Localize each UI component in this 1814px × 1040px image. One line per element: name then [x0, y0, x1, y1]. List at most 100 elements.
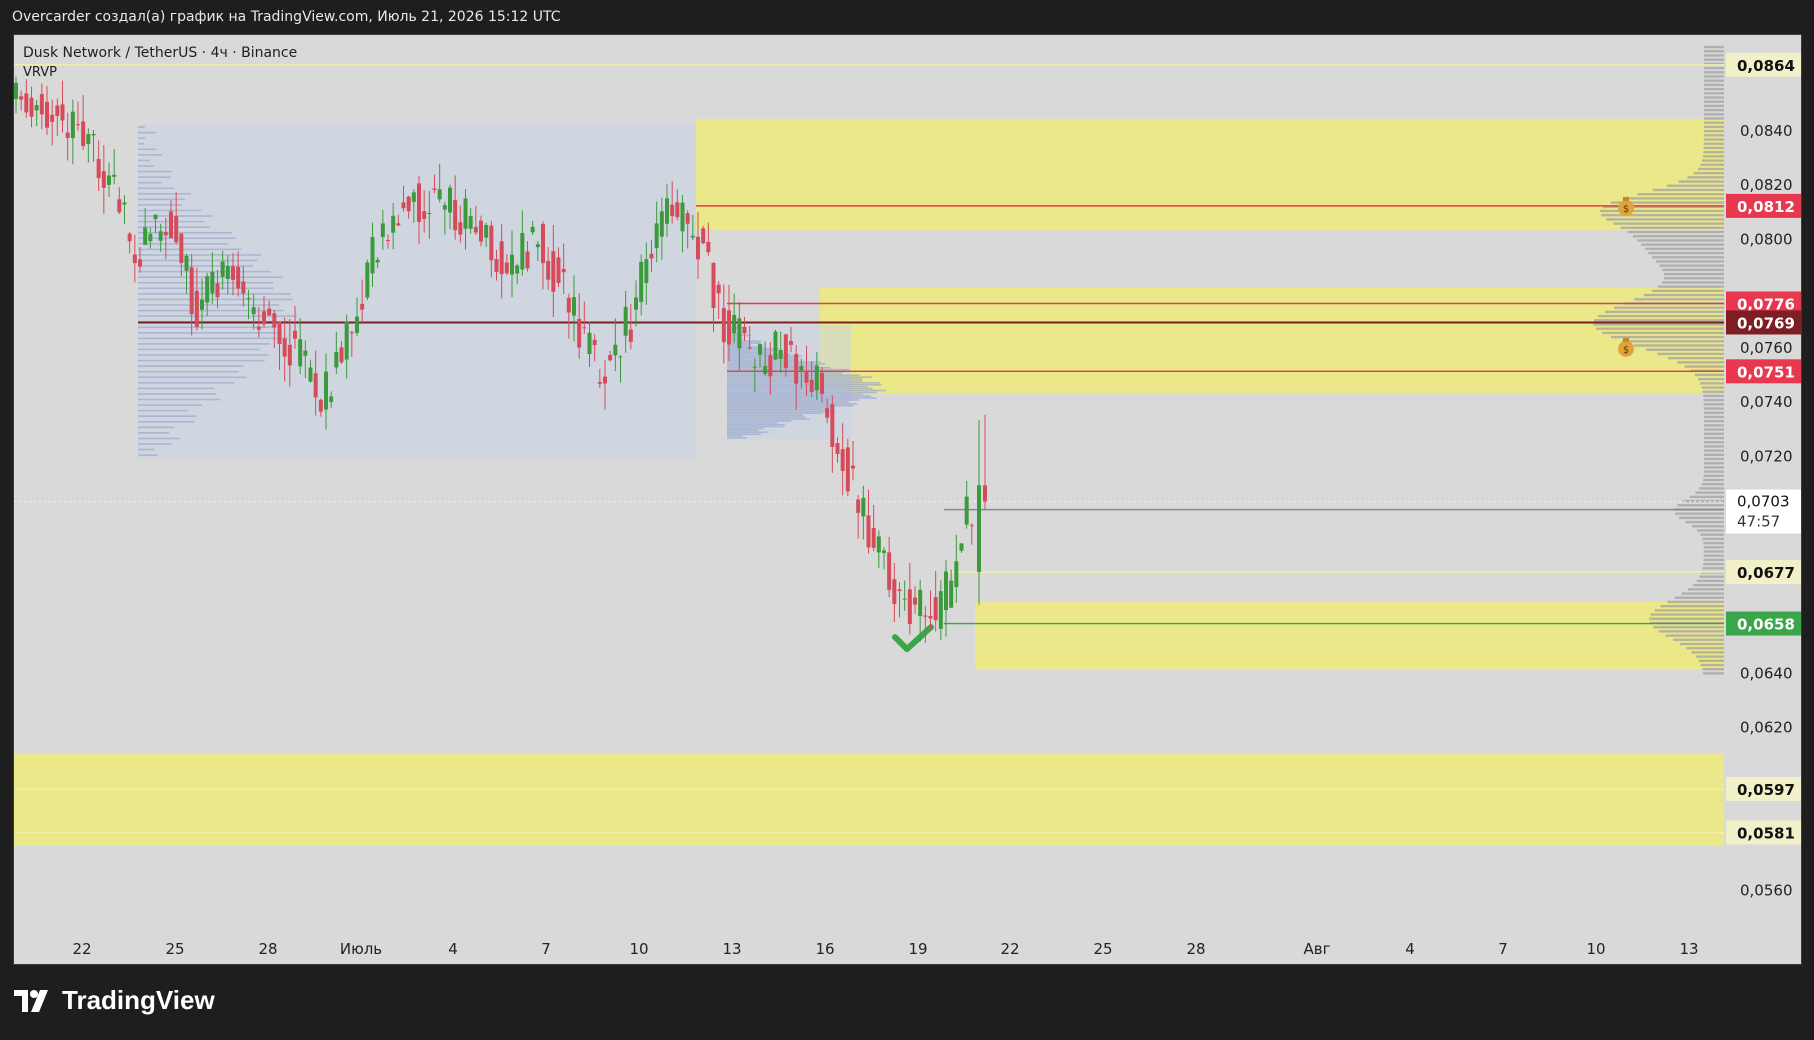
vrvp-right-bar: [1703, 462, 1724, 465]
candle-body: [644, 259, 649, 283]
price-axis-tick: 0,0820: [1740, 176, 1793, 194]
candle-body: [933, 597, 938, 621]
vrvp-right-bar: [1658, 285, 1724, 288]
vrvp-range-1-bar: [138, 415, 196, 417]
vrvp-right-bar: [1703, 100, 1724, 103]
candle-body: [293, 330, 297, 339]
vrvp-range-1-bar: [138, 270, 271, 273]
candle-body: [448, 187, 452, 213]
vrvp-range-1-bar: [138, 126, 145, 128]
candle-body: [148, 233, 153, 242]
price-axis-tick: 0,0800: [1740, 230, 1793, 248]
chart-panel[interactable]: $ $0,0560 0,0620 0,0640 0,0720 0,0740 0,0760 0,…: [13, 34, 1802, 965]
vrvp-range-1-bar: [138, 354, 269, 356]
vrvp-right-bar: [1643, 293, 1724, 297]
candle-body: [546, 260, 551, 280]
vrvp-right-bar: [1703, 466, 1724, 469]
candle-body: [422, 211, 427, 219]
vrvp-range-2-bar: [727, 410, 836, 413]
vrvp-right-bar: [1662, 281, 1724, 284]
time-axis-tick: 7: [1498, 940, 1508, 958]
candle-body: [907, 589, 912, 625]
vrvp-right-bar: [1703, 474, 1724, 478]
candle-body: [14, 82, 18, 100]
vrvp-right-bar: [1703, 428, 1724, 431]
candle-body: [256, 326, 261, 330]
vrvp-range-2-bar: [727, 368, 850, 371]
candle-body: [318, 399, 323, 412]
price-axis-tick: 0,0620: [1740, 719, 1793, 737]
vrvp-right-bar: [1703, 432, 1724, 435]
vrvp-range-1-bar: [138, 148, 157, 151]
price-axis-tick: 0,0760: [1740, 339, 1793, 357]
price-badge-label: 0,0658: [1737, 616, 1795, 634]
vrvp-right-bar: [1699, 575, 1724, 578]
candle-body: [117, 199, 122, 213]
candle-body: [840, 449, 845, 471]
vrvp-range-2-bar: [727, 382, 880, 384]
vrvp-right-bar: [1663, 277, 1724, 280]
vrvp-range-1-bar: [138, 198, 185, 201]
candle-body: [649, 253, 654, 259]
vrvp-range-1-bar: [138, 337, 288, 340]
price-axis-tick: 0,0640: [1740, 664, 1793, 682]
candle-body: [706, 241, 711, 253]
candle-body: [70, 111, 75, 139]
time-axis: 22 25 28 Июль 4 7 10 13 16 19 22 25 28 Авг 4 7 10 13: [14, 930, 1801, 964]
candle-body: [851, 465, 855, 469]
candle-body: [277, 321, 282, 345]
vrvp-right-bar: [1700, 663, 1724, 667]
time-axis-tick: 7: [541, 940, 551, 958]
candle-body: [65, 132, 70, 138]
time-axis-tick: 19: [908, 940, 927, 958]
vrvp-right-bar: [1674, 596, 1724, 599]
candle-body: [747, 347, 752, 349]
candle-body: [809, 379, 814, 392]
price-chart[interactable]: $$0,05600,06200,06400,07200,07400,07600,…: [14, 35, 1801, 964]
vrvp-right-bar: [1703, 453, 1724, 457]
vrvp-range-2-bar: [727, 340, 761, 342]
vrvp-range-1-bar: [138, 420, 195, 423]
vrvp-right-bar: [1654, 609, 1724, 612]
vrvp-range-2-bar: [727, 406, 833, 409]
time-axis-tick: 10: [1586, 940, 1605, 958]
price-badge-label: 0,0864: [1737, 57, 1795, 75]
vrvp-right-bar: [1704, 45, 1724, 49]
money-bag-glyph: $: [1623, 204, 1629, 215]
indicator-label[interactable]: VRVP: [23, 65, 57, 80]
candle-body: [432, 188, 437, 190]
vrvp-right-bar: [1645, 348, 1724, 351]
candle-body: [303, 350, 308, 356]
candle-body: [530, 226, 535, 233]
vrvp-right-bar: [1694, 373, 1724, 377]
candle-body: [949, 580, 954, 608]
vrvp-range-1-bar: [138, 365, 244, 367]
candle-body: [577, 318, 582, 348]
vrvp-right-bar: [1702, 390, 1724, 393]
candle-body: [794, 353, 799, 384]
vrvp-right-bar: [1696, 579, 1724, 583]
vrvp-right-bar: [1602, 331, 1724, 335]
vrvp-right-bar: [1594, 319, 1724, 322]
vrvp-range-2-bar: [727, 420, 792, 422]
vrvp-right-bar: [1686, 646, 1724, 650]
vrvp-right-bar: [1633, 344, 1724, 347]
price-badge-label: 0,0769: [1737, 314, 1795, 332]
candle-body: [510, 254, 514, 275]
candle-body: [882, 550, 886, 554]
vrvp-right-bar: [1663, 272, 1724, 276]
candle-body: [365, 262, 370, 298]
vrvp-right-bar: [1685, 520, 1724, 524]
symbol-info[interactable]: Dusk Network / TetherUS · 4ч · Binance: [23, 45, 297, 61]
vrvp-range-2-bar: [727, 387, 873, 390]
candle-body: [355, 316, 359, 333]
vrvp-right-bar: [1702, 672, 1724, 675]
vrvp-range-1-bar: [138, 204, 183, 206]
money-bag-neck: [1623, 337, 1629, 342]
vrvp-right-bar: [1665, 634, 1724, 637]
tradingview-brand[interactable]: TradingView: [14, 985, 215, 1016]
candle-body: [29, 97, 34, 117]
candle-body: [799, 366, 804, 371]
current-price-label: 0,0703: [1737, 492, 1790, 510]
vrvp-right-bar: [1658, 630, 1724, 633]
